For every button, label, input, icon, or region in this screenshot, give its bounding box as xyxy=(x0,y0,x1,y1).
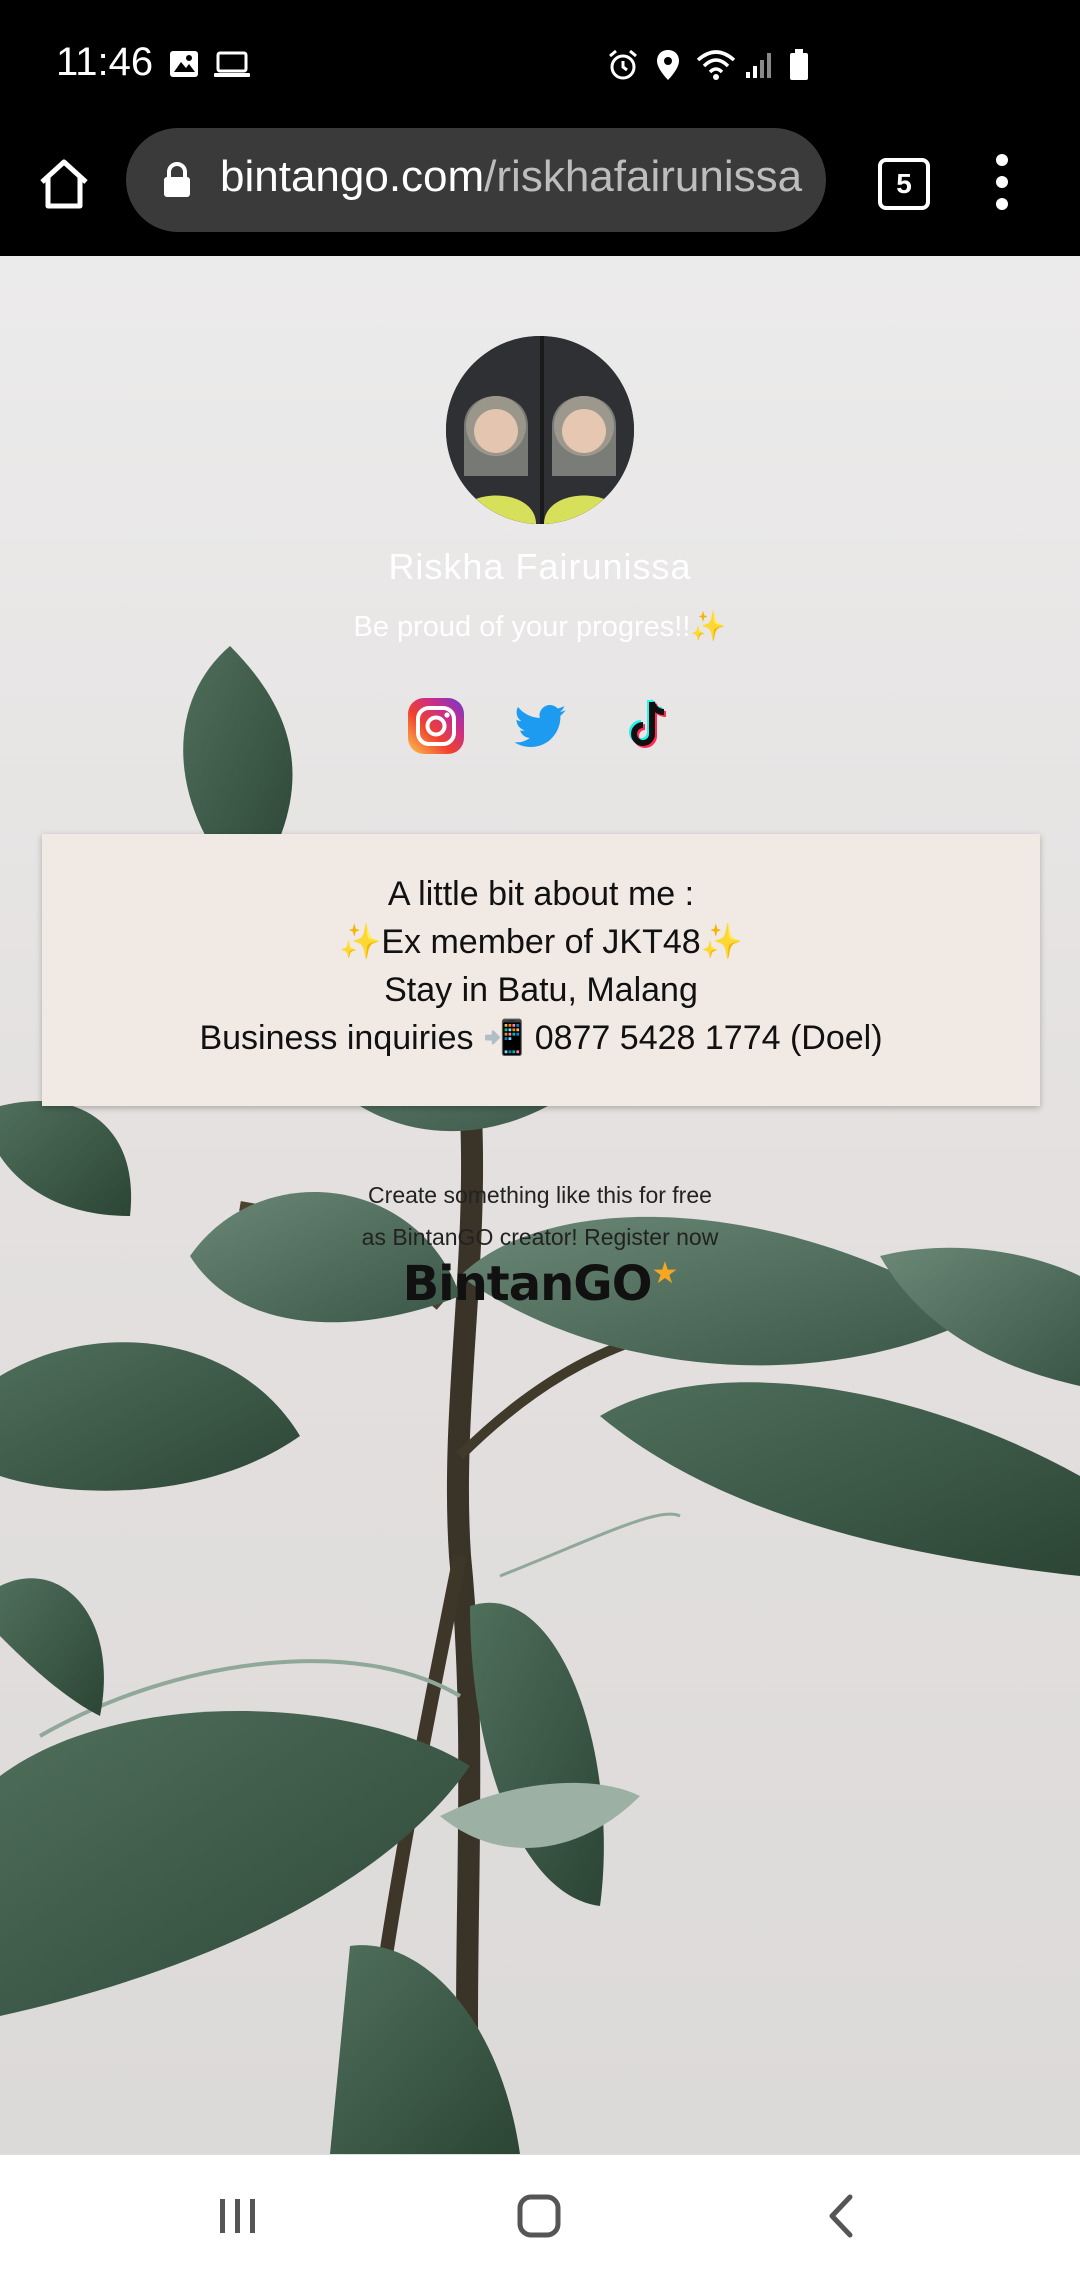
profile-name: Riskha Fairunissa xyxy=(388,546,692,587)
status-bar: 11:46 xyxy=(0,0,1080,128)
status-time: 11:46 xyxy=(56,40,154,84)
lock-icon xyxy=(164,162,190,197)
promo-line-1: Create something like this for free xyxy=(368,1182,712,1208)
bintango-logo[interactable]: BintanGO★ xyxy=(0,1256,1080,1312)
twitter-icon[interactable] xyxy=(512,696,572,756)
menu-dot-icon xyxy=(996,198,1008,210)
promo-text[interactable]: Create something like this for free as B… xyxy=(0,1174,1080,1258)
laptop-icon xyxy=(214,51,250,77)
url-path: /riskhafairunissa xyxy=(484,152,803,201)
home-icon[interactable] xyxy=(36,156,92,212)
about-card: A little bit about me : ✨Ex member of JK… xyxy=(42,834,1040,1106)
profile-bio: Be proud of your progres!!✨ xyxy=(353,611,727,643)
gallery-icon xyxy=(170,51,198,77)
url-domain: bintango.com xyxy=(220,152,485,201)
system-navigation-bar xyxy=(0,2154,1080,2281)
back-icon[interactable] xyxy=(814,2185,870,2245)
home-nav-icon[interactable] xyxy=(510,2185,570,2245)
url-text: bintango.com/riskhafairunissa xyxy=(220,152,802,202)
logo-text: BintanGO xyxy=(402,1256,653,1312)
tiktok-icon[interactable] xyxy=(618,696,678,756)
recent-apps-icon[interactable] xyxy=(210,2185,266,2245)
alarm-icon xyxy=(609,49,637,80)
menu-dot-icon xyxy=(996,154,1008,166)
star-icon: ★ xyxy=(651,1256,679,1291)
address-bar[interactable]: bintango.com/riskhafairunissa xyxy=(126,128,826,232)
battery-icon xyxy=(790,49,808,80)
location-icon xyxy=(657,50,679,80)
more-options-button[interactable] xyxy=(990,154,1014,214)
promo-line-2: as BintanGO creator! Register now xyxy=(361,1224,719,1250)
wifi-icon xyxy=(696,50,736,80)
about-line: A little bit about me : xyxy=(387,875,695,913)
page-content: Riskha Fairunissa Be proud of your progr… xyxy=(0,256,1080,2154)
browser-toolbar: bintango.com/riskhafairunissa 5 xyxy=(0,128,1080,256)
profile-avatar xyxy=(446,336,634,524)
about-line: Stay in Batu, Malang xyxy=(384,971,698,1009)
signal-icon xyxy=(746,53,771,78)
tab-switcher-button[interactable]: 5 xyxy=(878,158,930,210)
about-line: ✨Ex member of JKT48✨ xyxy=(339,923,743,961)
social-links xyxy=(0,696,1080,776)
instagram-icon[interactable] xyxy=(406,696,466,756)
business-inquiries-line: Business inquiries 📲 0877 5428 1774 (Doe… xyxy=(199,1019,883,1057)
menu-dot-icon xyxy=(996,176,1008,188)
